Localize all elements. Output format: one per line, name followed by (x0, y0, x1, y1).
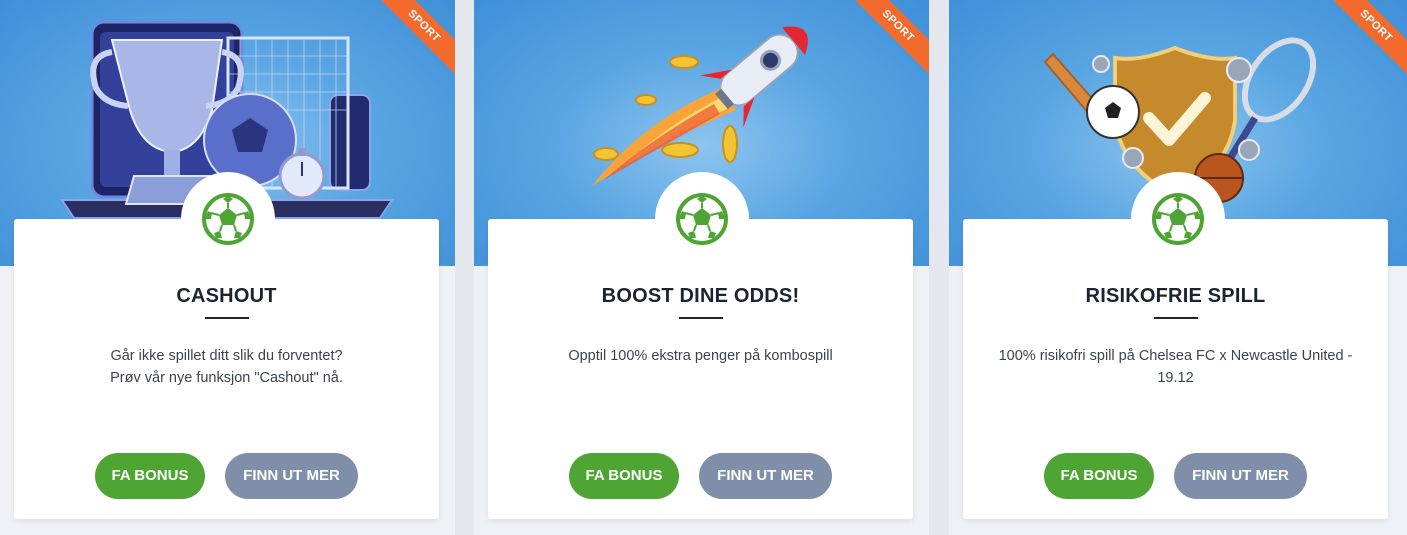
promo-description: Går ikke spillet ditt slik du forventet?… (44, 345, 409, 389)
title-divider (678, 317, 723, 319)
promo-card-boost-odds: SPORT BOOST DINE ODDS! Opptil 100% ekstr… (474, 0, 929, 535)
fa-bonus-button[interactable]: FA BONUS (95, 453, 205, 499)
description-line: Går ikke spillet ditt slik du forventet? (110, 348, 343, 364)
title-divider (1153, 317, 1198, 319)
description-line: 19.12 (1157, 370, 1194, 386)
title-divider (204, 317, 249, 319)
promo-description: 100% risikofri spill på Chelsea FC x New… (993, 345, 1358, 389)
finn-ut-mer-button[interactable]: FINN UT MER (699, 453, 832, 499)
promo-description: Opptil 100% ekstra penger på kombospill (518, 345, 883, 367)
promo-title: BOOST DINE ODDS! (601, 285, 800, 307)
description-line: Prøv vår nye funksjon "Cashout" nå. (110, 370, 343, 386)
description-line: 100% risikofri spill på Chelsea FC x New… (998, 348, 1353, 364)
promo-title: CASHOUT (176, 285, 277, 307)
finn-ut-mer-button[interactable]: FINN UT MER (225, 453, 358, 499)
soccer-ball-icon (654, 172, 749, 266)
fa-bonus-button[interactable]: FA BONUS (569, 453, 679, 499)
promo-card-risikofrie-spill: SPORT RISIKOFRIE SPILL 100% risikofri sp… (949, 0, 1407, 535)
promo-title: RISIKOFRIE SPILL (1085, 285, 1266, 307)
description-line: Opptil 100% ekstra penger på kombospill (568, 348, 833, 364)
fa-bonus-button[interactable]: FA BONUS (1044, 453, 1154, 499)
finn-ut-mer-button[interactable]: FINN UT MER (1174, 453, 1307, 499)
promo-card-cashout: SPORT CASHOUT Går ikke spillet ditt slik… (0, 0, 455, 535)
soccer-ball-icon (1131, 172, 1225, 266)
soccer-ball-icon (180, 172, 275, 266)
